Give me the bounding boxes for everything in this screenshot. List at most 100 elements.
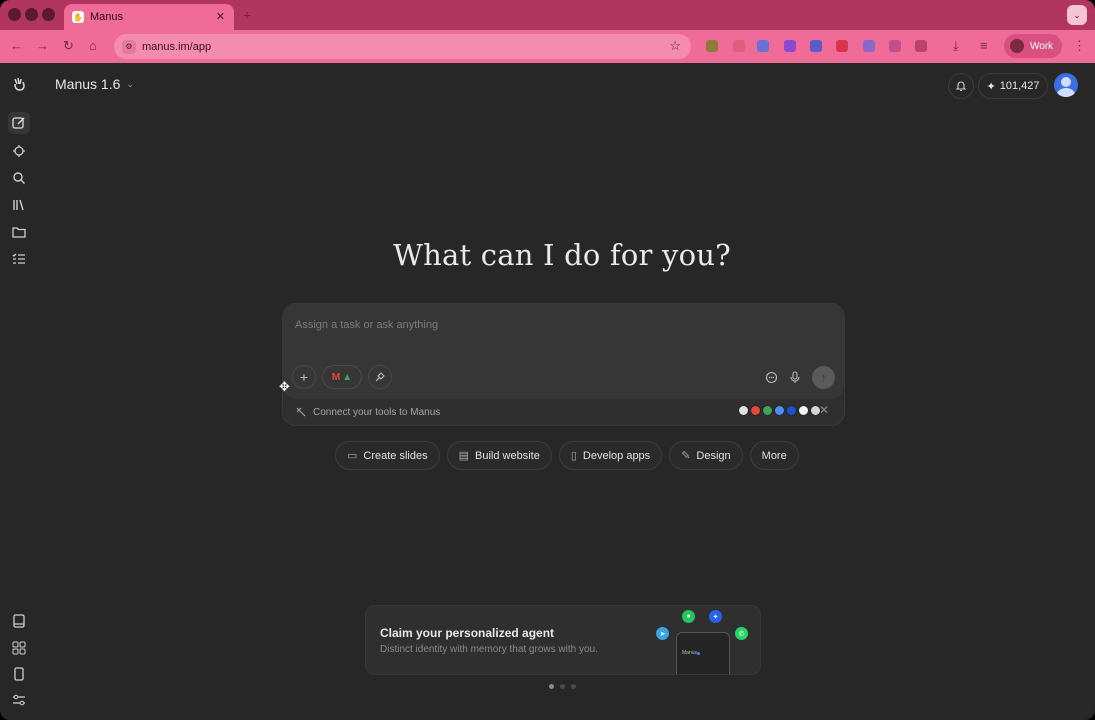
calendar-icon	[774, 405, 785, 416]
extension-icon[interactable]	[810, 40, 822, 52]
extension-icon[interactable]	[733, 40, 745, 52]
phone-icon: ▯	[570, 450, 577, 462]
book-icon[interactable]	[10, 612, 28, 630]
tools-button[interactable]	[368, 365, 392, 389]
carousel-dot[interactable]	[571, 684, 576, 689]
whatsapp-icon: ✆	[735, 627, 748, 640]
bookmark-star-icon[interactable]: ☆	[669, 38, 681, 54]
build-website-button[interactable]: ▤ Build website	[446, 441, 552, 470]
extension-icon[interactable]	[863, 40, 875, 52]
folder-icon[interactable]	[10, 223, 28, 241]
design-button[interactable]: ✎ Design	[669, 441, 743, 470]
browser-toolbar: ← → ↻ ⌂ ⚙ manus.im/app ☆ ⤓ ≡ Work ⋮	[0, 30, 1095, 63]
messenger-icon: ✦	[709, 610, 722, 623]
connect-tools-link[interactable]: Connect your tools to Manus	[295, 406, 440, 418]
browser-menu-icon[interactable]: ⋮	[1073, 38, 1086, 54]
page-title: What can I do for you?	[393, 238, 731, 272]
carousel-dots	[549, 684, 576, 689]
promo-card[interactable]: Claim your personalized agent Distinct i…	[365, 605, 761, 675]
agents-icon[interactable]	[10, 142, 28, 160]
imessage-icon: ●	[682, 610, 695, 623]
tab-title: Manus	[90, 11, 124, 23]
phone-illustration: Manus	[676, 632, 730, 674]
github-icon	[798, 405, 809, 416]
task-composer: Assign a task or ask anything + M ▲ ↑ Co…	[282, 303, 845, 426]
tab-close-icon[interactable]: ✕	[216, 10, 225, 23]
chat-mode-button[interactable]	[761, 365, 781, 389]
promo-title: Claim your personalized agent	[380, 626, 555, 640]
title-bar: ✋ Manus ✕ + ⌄	[0, 0, 1095, 30]
quick-actions: ▭ Create slides ▤ Build website ▯ Develo…	[335, 441, 799, 470]
chip-label: Build website	[475, 449, 540, 462]
extension-icon[interactable]	[784, 40, 796, 52]
library-icon[interactable]	[10, 196, 28, 214]
avatar-body	[1057, 88, 1075, 97]
carousel-dot[interactable]	[549, 684, 554, 689]
voice-input-button[interactable]	[785, 365, 805, 389]
profile-avatar	[1010, 39, 1024, 53]
plug-icon	[296, 407, 306, 417]
connected-tools-icons	[738, 405, 821, 416]
tab-search-icon[interactable]: ⌄	[1067, 5, 1087, 25]
forward-icon[interactable]: →	[36, 38, 49, 53]
url-text: manus.im/app	[142, 40, 212, 53]
close-window-button[interactable]	[8, 8, 21, 21]
arrow-up-icon: ↑	[820, 371, 827, 384]
phone-dot	[697, 652, 700, 655]
credits-count: 101,427	[999, 80, 1040, 92]
notifications-button[interactable]	[948, 73, 974, 99]
extension-icon[interactable]	[889, 40, 901, 52]
search-icon[interactable]	[10, 169, 28, 187]
connect-tools-text: Connect your tools to Manus	[313, 406, 441, 418]
send-button[interactable]: ↑	[812, 366, 835, 389]
chip-label: Create slides	[363, 449, 428, 462]
address-bar[interactable]: ⚙ manus.im/app ☆	[114, 34, 691, 59]
google-drive-icon: ▲	[342, 371, 353, 383]
reload-icon[interactable]: ↻	[63, 38, 74, 54]
tasks-list-icon[interactable]	[10, 250, 28, 268]
extension-icon[interactable]	[836, 40, 848, 52]
minimize-window-button[interactable]	[25, 8, 38, 21]
microphone-icon	[790, 370, 800, 383]
avatar-head	[1061, 77, 1071, 87]
chip-label: Develop apps	[582, 449, 651, 462]
back-icon[interactable]: ←	[10, 38, 23, 53]
chip-label: More	[761, 449, 787, 462]
carousel-dot[interactable]	[560, 684, 565, 689]
create-slides-button[interactable]: ▭ Create slides	[335, 441, 440, 470]
phone-label: Manus	[682, 650, 698, 656]
task-input-placeholder[interactable]: Assign a task or ask anything	[295, 319, 438, 331]
connectors-button[interactable]: M ▲	[322, 365, 362, 389]
reading-list-icon[interactable]: ≡	[980, 38, 988, 53]
add-attachment-button[interactable]: +	[292, 365, 316, 389]
mobile-icon[interactable]	[10, 665, 28, 683]
settings-sliders-icon[interactable]	[10, 691, 28, 709]
download-icon[interactable]: ⤓	[953, 38, 959, 54]
chrome-icon	[738, 405, 749, 416]
profile-button[interactable]: Work	[1004, 34, 1062, 58]
main-content: Manus 1.6 ⌄ ✦ 101,427 What can I do for …	[37, 63, 1095, 720]
new-tab-icon[interactable]: +	[243, 7, 251, 23]
google-drive-icon	[762, 405, 773, 416]
zoom-window-button[interactable]	[42, 8, 55, 21]
apps-grid-icon[interactable]	[10, 639, 28, 657]
plus-icon: +	[299, 369, 309, 385]
extension-icon[interactable]	[757, 40, 769, 52]
composer-input-area[interactable]: Assign a task or ask anything + M ▲ ↑	[283, 304, 844, 399]
user-avatar[interactable]	[1054, 73, 1078, 97]
new-task-icon[interactable]	[8, 112, 30, 134]
browser-tab[interactable]: ✋ Manus ✕	[64, 4, 234, 30]
extensions-puzzle-icon[interactable]	[915, 40, 927, 52]
home-icon[interactable]: ⌂	[89, 38, 97, 53]
credits-button[interactable]: ✦ 101,427	[978, 73, 1048, 99]
slides-icon: ▭	[347, 450, 358, 462]
dismiss-connect-icon[interactable]: ✕	[819, 403, 829, 417]
more-button[interactable]: More	[749, 441, 799, 470]
extension-icon[interactable]	[706, 40, 718, 52]
develop-apps-button[interactable]: ▯ Develop apps	[558, 441, 663, 470]
model-selector[interactable]: Manus 1.6 ⌄	[55, 76, 134, 92]
site-info-icon[interactable]: ⚙	[122, 39, 136, 54]
manus-logo-icon[interactable]	[10, 75, 28, 93]
gmail-icon	[750, 405, 761, 416]
website-icon: ▤	[458, 450, 470, 462]
